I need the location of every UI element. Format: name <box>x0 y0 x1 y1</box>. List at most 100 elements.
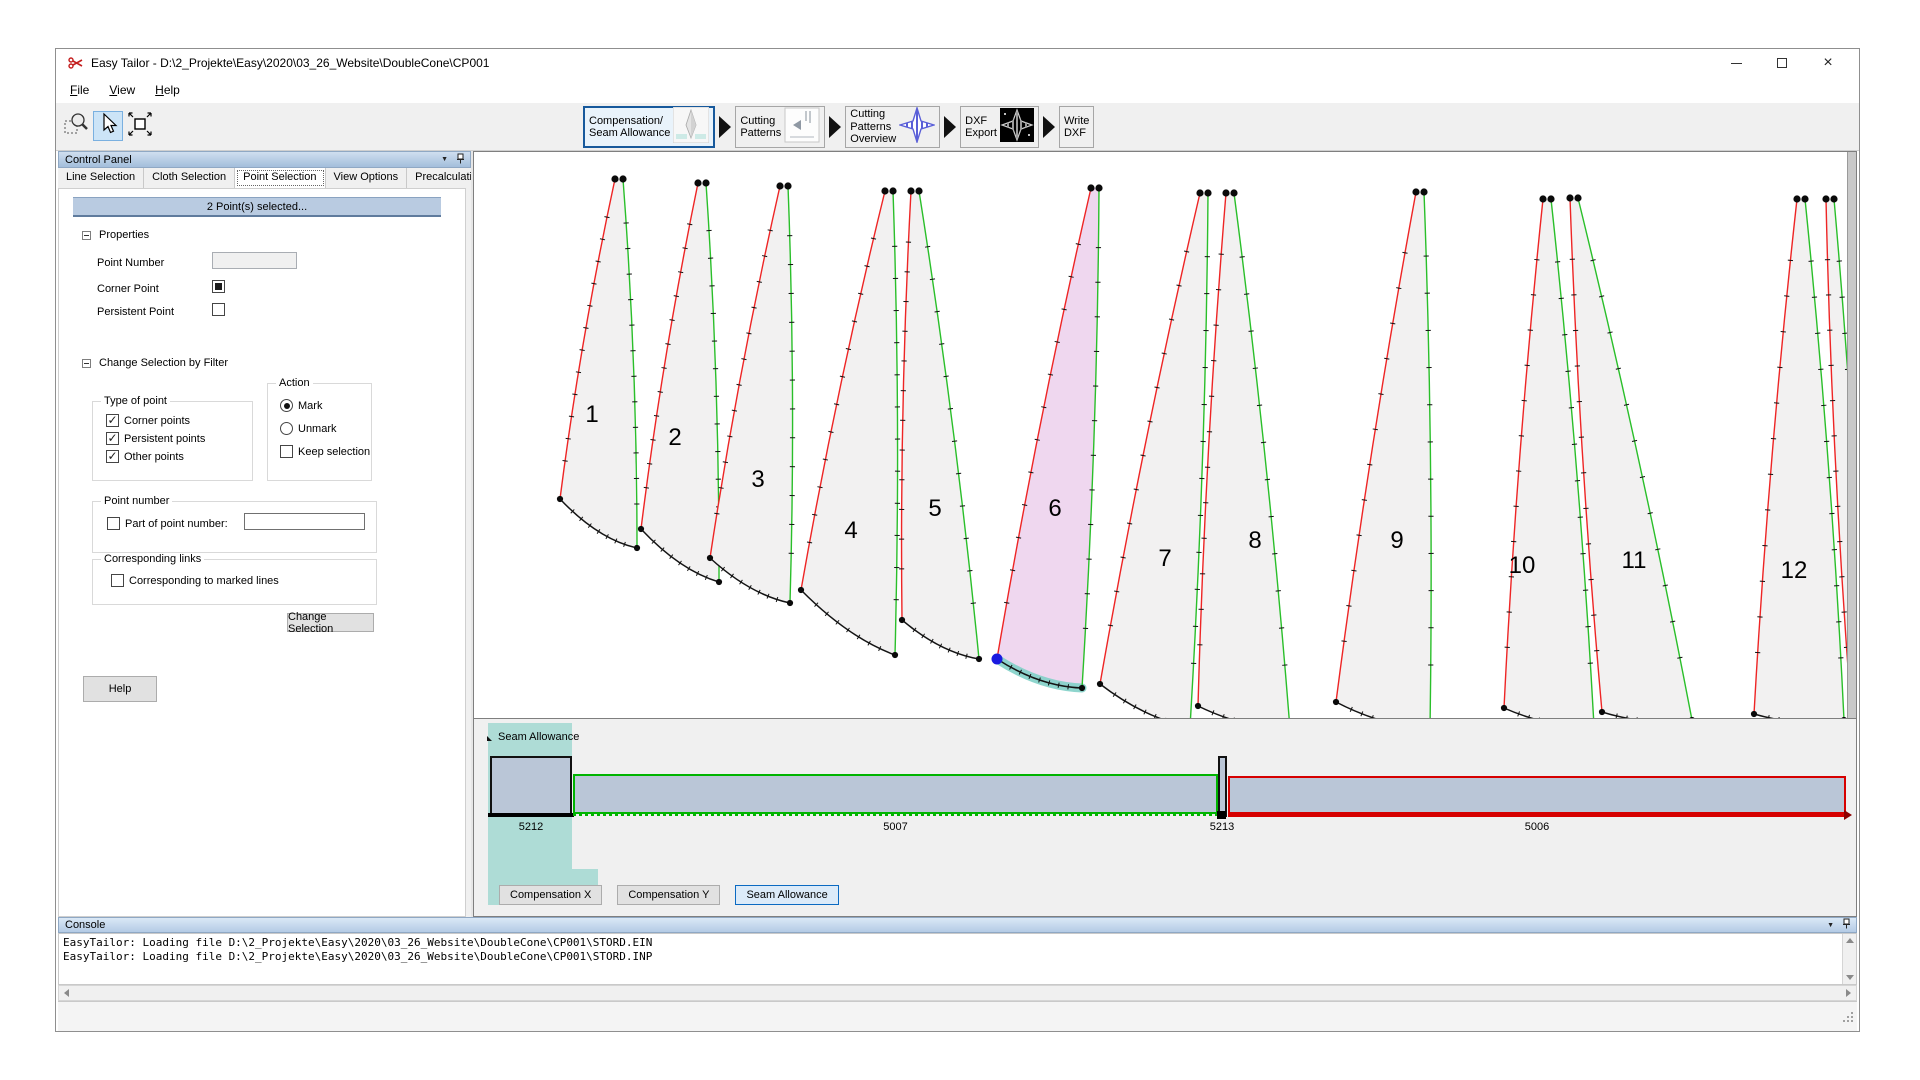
corresponding-to-marked-lines-checkbox[interactable] <box>111 574 124 587</box>
type-option-corner-points[interactable]: Corner points <box>106 414 252 427</box>
pattern-piece-8[interactable]: 8 <box>1195 189 1293 718</box>
pin-icon[interactable] <box>1842 918 1851 932</box>
keep-selection-option[interactable]: Keep selection <box>268 445 371 458</box>
console-horizontal-scrollbar[interactable] <box>58 985 1857 1001</box>
seam-tab-seam-allowance[interactable]: Seam Allowance <box>735 885 838 905</box>
cutting-patterns-icon <box>784 107 820 148</box>
menu-item-file[interactable]: File <box>60 79 99 101</box>
pattern-piece-5[interactable]: 5 <box>899 187 982 662</box>
tab-line-selection[interactable]: Line Selection <box>58 168 144 188</box>
tab-point-selection[interactable]: Point Selection <box>235 168 325 188</box>
pattern-piece-1[interactable]: 1 <box>557 175 640 551</box>
window-title: Easy Tailor - D:\2_Projekte\Easy\2020\03… <box>91 56 489 70</box>
console-log[interactable]: EasyTailor: Loading file D:\2_Projekte\E… <box>58 933 1857 985</box>
control-panel-header[interactable]: Control Panel ▼ <box>58 151 471 168</box>
part-of-point-number-checkbox[interactable] <box>107 517 120 530</box>
keep-selection-checkbox[interactable] <box>280 445 293 458</box>
seam-tab-compensation-x[interactable]: Compensation X <box>499 885 602 905</box>
pattern-piece-6[interactable]: 6 <box>992 184 1103 691</box>
seam-bar-5007[interactable] <box>573 774 1218 814</box>
workspace: 123456789101112 Seam Allowance Compensat… <box>473 151 1857 917</box>
piece-number-label: 11 <box>1622 547 1647 574</box>
collapse-icon[interactable] <box>82 231 91 240</box>
corresponding-links-title: Corresponding links <box>101 553 204 565</box>
seam-tab-compensation-y[interactable]: Compensation Y <box>617 885 720 905</box>
pattern-piece-9[interactable]: 9 <box>1333 188 1434 718</box>
type-option-other-points[interactable]: Other points <box>106 450 252 463</box>
piece-number-label: 12 <box>1781 557 1808 584</box>
pattern-piece-3[interactable]: 3 <box>707 182 795 606</box>
piece-number-label: 6 <box>1048 495 1061 522</box>
workflow-step-dxf-export[interactable]: DXF Export <box>960 106 1039 148</box>
scroll-right-icon[interactable] <box>1846 989 1851 997</box>
other-points-checkbox[interactable] <box>106 450 119 463</box>
pattern-piece-2[interactable]: 2 <box>638 179 722 585</box>
select-tool-button[interactable] <box>93 111 123 141</box>
workflow-step-cutting-patterns[interactable]: Cutting Patterns <box>735 106 825 148</box>
selected-point[interactable] <box>992 654 1003 665</box>
piece-number-label: 9 <box>1390 527 1403 554</box>
canvas-right-scrollbar[interactable] <box>1847 152 1856 718</box>
part-of-point-number-input[interactable] <box>244 513 365 530</box>
change-selection-button[interactable]: Change Selection <box>287 613 374 632</box>
close-button[interactable]: × <box>1805 49 1851 77</box>
control-panel-dock: Control Panel ▼ Line SelectionCloth Sele… <box>58 151 471 917</box>
seam-bar-5212[interactable] <box>490 756 572 816</box>
workflow-step-label: Cutting Patterns <box>740 115 781 140</box>
properties-section-header[interactable]: Properties <box>82 229 149 241</box>
collapse-icon[interactable] <box>82 359 91 368</box>
point-number-input[interactable] <box>212 252 297 269</box>
action-option-unmark[interactable]: Unmark <box>280 422 371 435</box>
scroll-down-icon[interactable] <box>1846 975 1854 980</box>
scroll-up-icon[interactable] <box>1846 938 1854 943</box>
workflow-step-compensation-seam-allowance[interactable]: Compensation/ Seam Allowance <box>583 106 715 148</box>
status-bar <box>58 1001 1857 1031</box>
help-button[interactable]: Help <box>83 676 157 702</box>
seam-panel-title: Seam Allowance <box>498 731 579 743</box>
tab-cloth-selection[interactable]: Cloth Selection <box>144 168 235 188</box>
type-of-point-title: Type of point <box>101 395 170 407</box>
pattern-piece-7[interactable]: 7 <box>1097 189 1212 718</box>
pattern-piece-4[interactable]: 4 <box>798 187 900 658</box>
unmark-radio[interactable] <box>280 422 293 435</box>
app-window: Easy Tailor - D:\2_Projekte\Easy\2020\03… <box>55 48 1860 1032</box>
workflow-step-write-dxf[interactable]: Write DXF <box>1059 106 1094 148</box>
magnifier-icon <box>63 111 89 142</box>
tab-view-options[interactable]: View Options <box>326 168 408 188</box>
menu-item-view[interactable]: View <box>99 79 145 101</box>
seam-allowance-panel: Seam Allowance Compensation X Compensatio… <box>474 718 1856 916</box>
resize-grip[interactable] <box>1841 1010 1854 1028</box>
seam-bar-5213[interactable] <box>1218 756 1227 817</box>
console-vertical-scrollbar[interactable] <box>1842 934 1856 984</box>
persistent-points-checkbox[interactable] <box>106 432 119 445</box>
workflow-step-cutting-patterns-overview[interactable]: Cutting Patterns Overview <box>845 106 940 148</box>
fit-view-tool-button[interactable] <box>125 111 155 141</box>
corner-point-checkbox[interactable] <box>212 280 225 293</box>
chevron-down-icon[interactable]: ▼ <box>1827 922 1834 929</box>
control-panel-body: 2 Point(s) selected... Properties Point … <box>58 188 466 917</box>
minimize-button[interactable] <box>1713 49 1759 77</box>
seam-bar-5006[interactable] <box>1228 776 1846 814</box>
filter-section-header[interactable]: Change Selection by Filter <box>82 357 228 369</box>
persistent-point-checkbox[interactable] <box>212 303 225 316</box>
scroll-left-icon[interactable] <box>64 989 69 997</box>
menu-item-help[interactable]: Help <box>145 79 190 101</box>
menu-bar: FileViewHelp <box>56 77 1859 103</box>
action-option-mark[interactable]: Mark <box>280 399 371 412</box>
corresponding-to-marked-lines-option[interactable]: Corresponding to marked lines <box>93 574 376 587</box>
part-of-point-number-label: Part of point number: <box>125 518 228 530</box>
chevron-down-icon[interactable]: ▼ <box>441 156 448 163</box>
point-number-groupbox: Point number Part of point number: <box>92 501 377 553</box>
zoom-tool-button[interactable] <box>61 111 91 141</box>
corner-points-checkbox[interactable] <box>106 414 119 427</box>
console-line: EasyTailor: Loading file D:\2_Projekte\E… <box>63 950 1852 964</box>
maximize-button[interactable] <box>1759 49 1805 77</box>
persistent-points-label: Persistent points <box>124 433 205 445</box>
pattern-canvas[interactable]: 123456789101112 <box>474 152 1847 718</box>
mark-radio[interactable] <box>280 399 293 412</box>
console-header[interactable]: Console ▼ <box>58 917 1857 933</box>
type-option-persistent-points[interactable]: Persistent points <box>106 432 252 445</box>
pin-icon[interactable] <box>456 153 465 167</box>
scissors-icon <box>68 56 84 70</box>
piece-number-label: 8 <box>1248 527 1261 554</box>
